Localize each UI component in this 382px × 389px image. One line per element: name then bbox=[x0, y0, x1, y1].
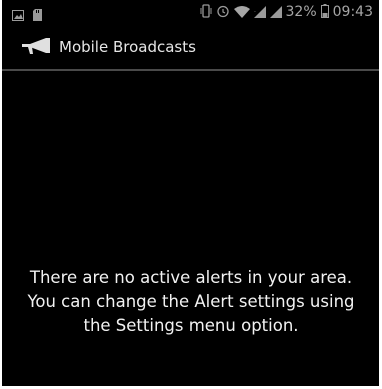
vibrate-icon bbox=[200, 3, 212, 22]
alerts-content: There are no active alerts in your area.… bbox=[2, 71, 379, 386]
alarm-icon bbox=[216, 3, 230, 22]
clock: 09:43 bbox=[332, 4, 373, 20]
megaphone-icon[interactable] bbox=[22, 37, 50, 59]
system-status-icons: . 32% 09:43 bbox=[200, 3, 373, 21]
screenshot-icon bbox=[12, 6, 24, 25]
battery-icon bbox=[320, 3, 329, 22]
notification-icons bbox=[12, 6, 42, 25]
signal-icon: . bbox=[253, 3, 266, 22]
status-bar: . 32% 09:43 bbox=[2, 0, 379, 24]
action-bar: Mobile Broadcasts bbox=[2, 29, 379, 65]
empty-state-message: There are no active alerts in your area.… bbox=[27, 268, 355, 335]
svg-text:.: . bbox=[254, 7, 256, 14]
app-title: Mobile Broadcasts bbox=[59, 38, 196, 56]
signal-icon-2 bbox=[269, 3, 282, 22]
phone-screen: . 32% 09:43 Mobile Broadcasts There are … bbox=[2, 0, 379, 386]
wifi-icon bbox=[233, 3, 250, 22]
battery-percent: 32% bbox=[285, 4, 317, 20]
sd-card-icon bbox=[33, 6, 42, 25]
